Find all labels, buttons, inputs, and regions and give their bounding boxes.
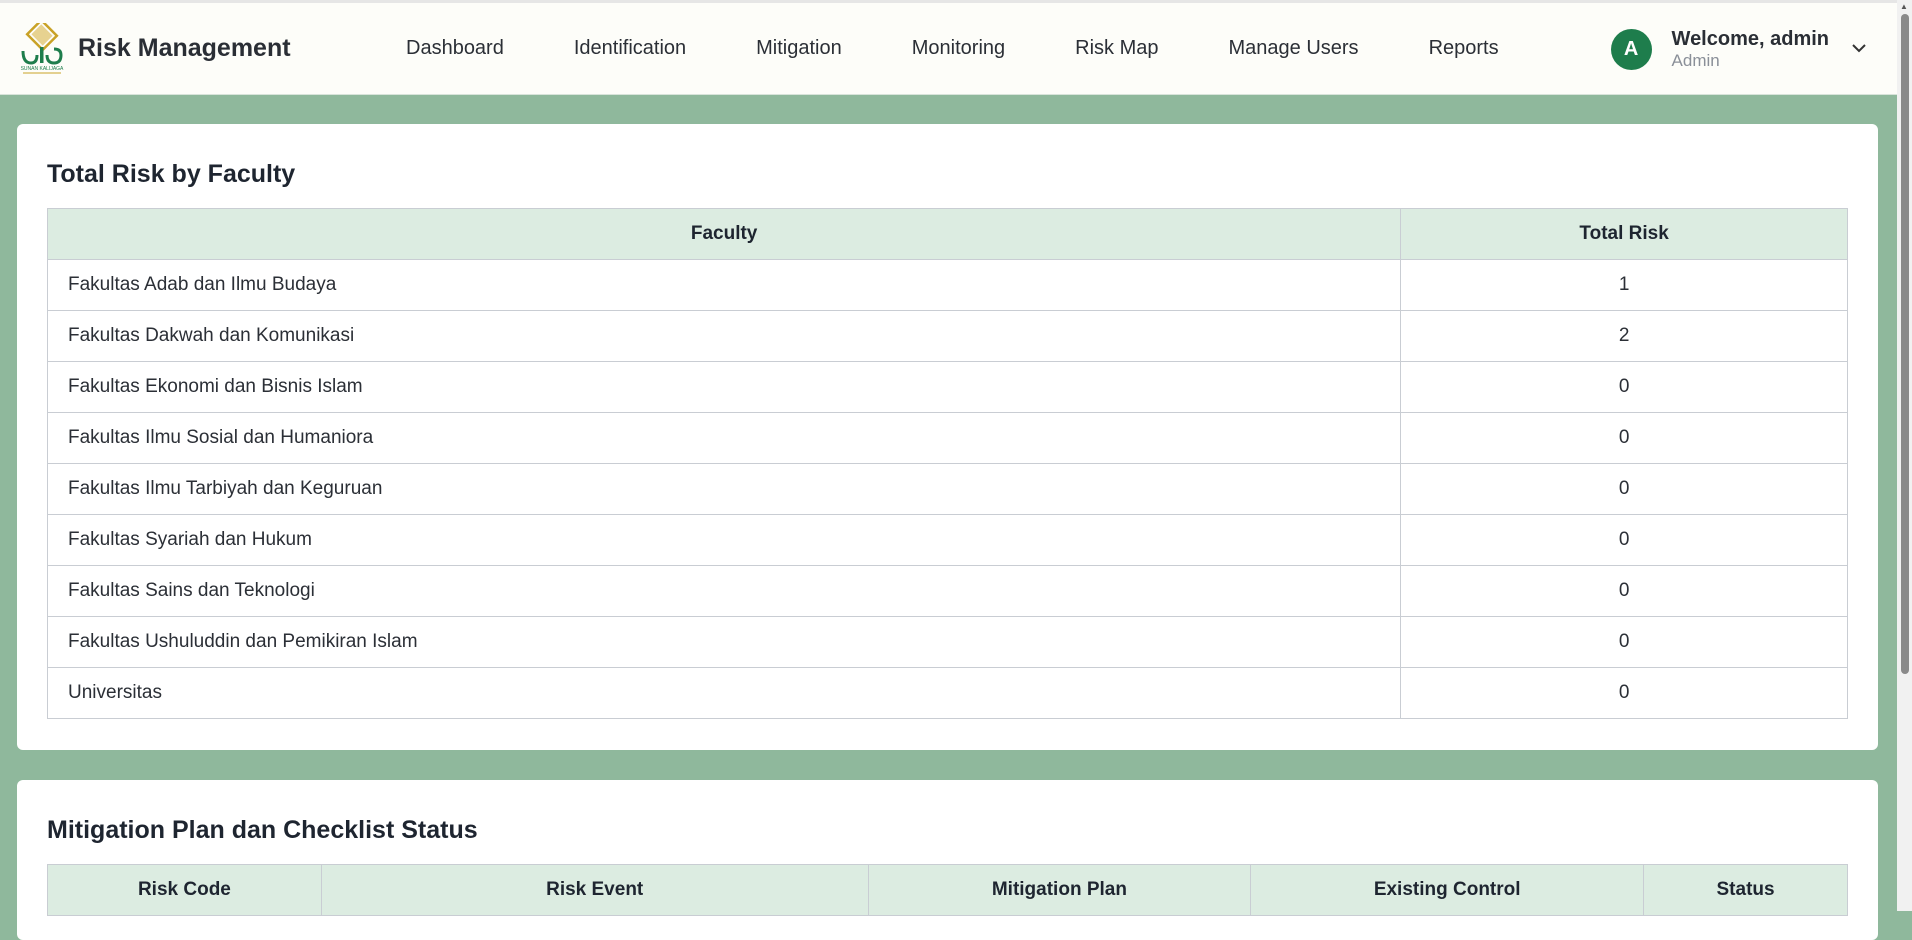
column-header-status: Status (1643, 864, 1848, 916)
total-risk-cell: 2 (1400, 310, 1848, 362)
nav-reports[interactable]: Reports (1429, 37, 1499, 60)
main-nav: Dashboard Identification Mitigation Moni… (406, 37, 1569, 60)
faculty-cell: Universitas (46, 667, 1402, 719)
user-role: Admin (1671, 50, 1720, 70)
faculty-cell: Fakultas Ilmu Tarbiyah dan Keguruan (46, 463, 1402, 515)
brand[interactable]: SUNAN KALIJAGA Risk Management (16, 22, 406, 75)
faculty-cell: Fakultas Syariah dan Hukum (46, 514, 1402, 566)
university-logo-icon: SUNAN KALIJAGA (16, 22, 68, 75)
svg-text:SUNAN KALIJAGA: SUNAN KALIJAGA (21, 66, 64, 72)
faculty-risk-table: Faculty Total Risk Fakultas Adab dan Ilm… (46, 208, 1848, 719)
total-risk-cell: 1 (1400, 259, 1848, 311)
scroll-up-arrow-icon[interactable]: ▲ (1900, 2, 1908, 11)
total-risk-cell: 0 (1400, 514, 1848, 566)
faculty-cell: Fakultas Dakwah dan Komunikasi (46, 310, 1402, 362)
column-header-risk-code: Risk Code (47, 864, 322, 916)
column-header-total-risk: Total Risk (1400, 208, 1848, 260)
total-risk-cell: 0 (1400, 463, 1848, 515)
top-navbar: SUNAN KALIJAGA Risk Management Dashboard… (0, 3, 1897, 95)
column-header-faculty: Faculty (46, 208, 1402, 260)
avatar[interactable]: A (1610, 28, 1652, 70)
nav-monitoring[interactable]: Monitoring (912, 37, 1005, 60)
column-header-mitigation-plan: Mitigation Plan (867, 864, 1252, 916)
faculty-cell: Fakultas Adab dan Ilmu Budaya (46, 259, 1402, 311)
nav-dashboard[interactable]: Dashboard (406, 37, 504, 60)
faculty-cell: Fakultas Ilmu Sosial dan Humaniora (46, 412, 1402, 464)
table-row: Universitas 0 (46, 667, 1848, 719)
faculty-risk-title: Total Risk by Faculty (47, 160, 296, 188)
total-risk-cell: 0 (1400, 361, 1848, 413)
faculty-cell: Fakultas Ekonomi dan Bisnis Islam (46, 361, 1402, 413)
faculty-cell: Fakultas Ushuluddin dan Pemikiran Islam (46, 616, 1402, 668)
table-header-row: Faculty Total Risk (46, 208, 1848, 260)
user-menu[interactable]: A Welcome, admin Admin (1610, 3, 1867, 95)
welcome-text: Welcome, admin (1671, 27, 1829, 50)
total-risk-cell: 0 (1400, 667, 1848, 719)
column-header-existing-control: Existing Control (1250, 864, 1645, 916)
total-risk-cell: 0 (1400, 412, 1848, 464)
table-row: Fakultas Dakwah dan Komunikasi 2 (46, 310, 1848, 362)
table-row: Fakultas Syariah dan Hukum 0 (46, 514, 1848, 566)
table-row: Fakultas Ilmu Tarbiyah dan Keguruan 0 (46, 463, 1848, 515)
scrollbar-thumb[interactable] (1901, 14, 1909, 674)
app-title: Risk Management (78, 34, 291, 62)
nav-identification[interactable]: Identification (574, 37, 686, 60)
table-header-row: Risk Code Risk Event Mitigation Plan Exi… (47, 864, 1848, 916)
nav-manage-users[interactable]: Manage Users (1229, 37, 1359, 60)
table-row: Fakultas Adab dan Ilmu Budaya 1 (46, 259, 1848, 311)
faculty-risk-card: Total Risk by Faculty Faculty Total Risk… (17, 124, 1878, 750)
nav-mitigation[interactable]: Mitigation (756, 37, 842, 60)
table-row: Fakultas Ekonomi dan Bisnis Islam 0 (46, 361, 1848, 413)
chevron-down-icon[interactable] (1851, 40, 1867, 58)
total-risk-cell: 0 (1400, 616, 1848, 668)
table-row: Fakultas Ilmu Sosial dan Humaniora 0 (46, 412, 1848, 464)
column-header-risk-event: Risk Event (320, 864, 869, 916)
nav-risk-map[interactable]: Risk Map (1075, 37, 1158, 60)
vertical-scrollbar[interactable]: ▲ (1897, 0, 1912, 911)
total-risk-cell: 0 (1400, 565, 1848, 617)
faculty-cell: Fakultas Sains dan Teknologi (46, 565, 1402, 617)
table-row: Fakultas Sains dan Teknologi 0 (46, 565, 1848, 617)
mitigation-status-card: Mitigation Plan dan Checklist Status Ris… (17, 780, 1878, 940)
mitigation-status-table: Risk Code Risk Event Mitigation Plan Exi… (47, 864, 1848, 916)
table-row: Fakultas Ushuluddin dan Pemikiran Islam … (46, 616, 1848, 668)
mitigation-status-title: Mitigation Plan dan Checklist Status (47, 816, 478, 844)
user-info: Welcome, admin Admin (1672, 28, 1829, 71)
